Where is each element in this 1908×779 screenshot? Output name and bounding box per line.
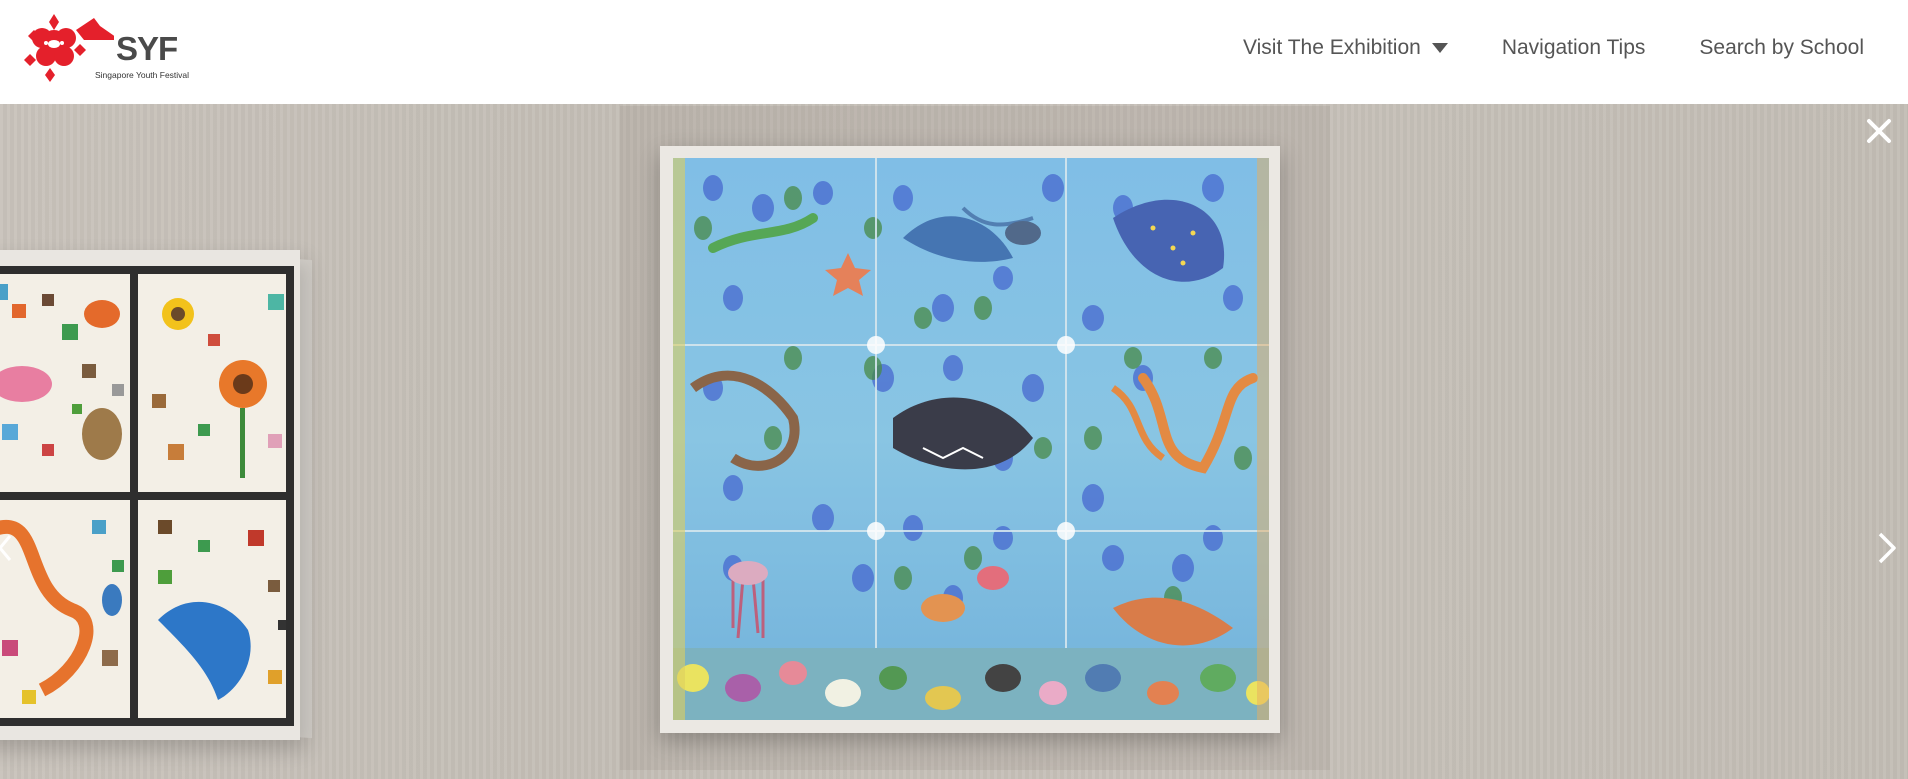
next-artwork-button[interactable] bbox=[1874, 524, 1902, 572]
nav-search-by-school-label: Search by School bbox=[1699, 36, 1864, 59]
site-header: SYF Singapore Youth Festival Visit The E… bbox=[0, 0, 1908, 104]
chevron-right-icon bbox=[1878, 532, 1896, 564]
artwork-panel bbox=[138, 274, 286, 492]
artwork-canvas bbox=[0, 266, 294, 726]
artwork-panel bbox=[138, 500, 286, 718]
close-icon bbox=[1867, 119, 1891, 143]
logo-subtitle: Singapore Youth Festival bbox=[95, 70, 190, 80]
artwork-panel bbox=[0, 274, 130, 492]
artwork-previous[interactable] bbox=[0, 250, 390, 750]
previous-artwork-button[interactable] bbox=[0, 524, 14, 572]
artwork-frame bbox=[0, 250, 300, 740]
artwork-panel bbox=[0, 500, 130, 718]
nav-visit-exhibition-label: Visit The Exhibition bbox=[1242, 36, 1421, 59]
nav-visit-exhibition[interactable]: Visit The Exhibition bbox=[1243, 36, 1448, 60]
close-viewer-button[interactable] bbox=[1864, 116, 1894, 146]
chevron-left-icon bbox=[0, 535, 12, 561]
nav-navigation-tips[interactable]: Navigation Tips bbox=[1502, 36, 1646, 60]
nav-search-by-school[interactable]: Search by School bbox=[1699, 36, 1864, 60]
syf-logo[interactable]: SYF Singapore Youth Festival bbox=[24, 10, 194, 86]
artwork-current[interactable] bbox=[660, 146, 1280, 733]
nav-navigation-tips-label: Navigation Tips bbox=[1501, 36, 1646, 59]
artwork-canvas bbox=[673, 158, 1269, 720]
main-nav: Visit The Exhibition Navigation Tips Sea… bbox=[1189, 0, 1864, 96]
artwork-image bbox=[673, 158, 1269, 720]
logo-text: SYF bbox=[116, 30, 178, 67]
caret-down-icon bbox=[1431, 43, 1448, 53]
artwork-viewer bbox=[0, 104, 1908, 779]
